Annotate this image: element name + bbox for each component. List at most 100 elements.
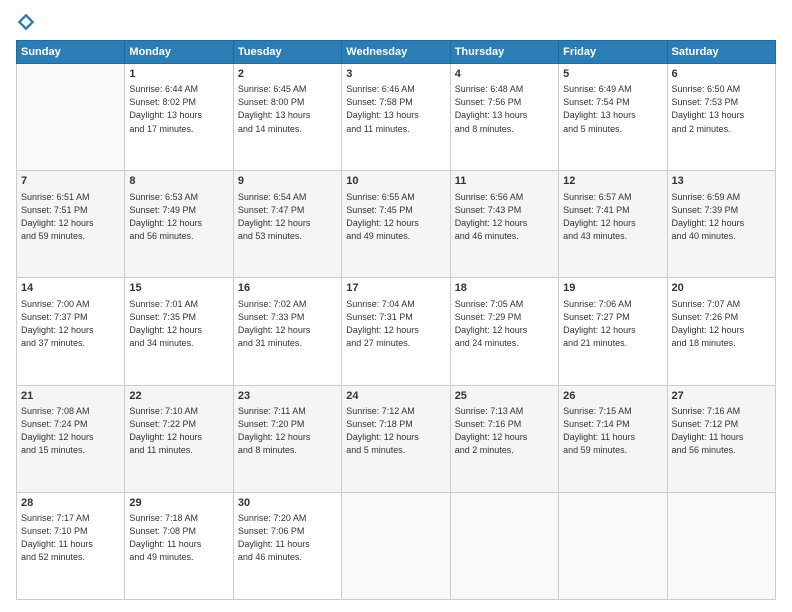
- calendar-cell: 20Sunrise: 7:07 AMSunset: 7:26 PMDayligh…: [667, 278, 775, 385]
- calendar-cell: [342, 492, 450, 599]
- calendar-cell: 4Sunrise: 6:48 AMSunset: 7:56 PMDaylight…: [450, 64, 558, 171]
- logo-icon: [16, 12, 36, 32]
- weekday-header: Monday: [125, 41, 233, 64]
- weekday-header: Saturday: [667, 41, 775, 64]
- calendar-cell: 19 Sunrise: 7:06 AMSunset: 7:27 PMDayligh…: [559, 278, 667, 385]
- day-info: Sunrise: 7:15 AMSunset: 7:14 PMDaylight:…: [563, 405, 662, 457]
- calendar-cell: 21Sunrise: 7:08 AMSunset: 7:24 PMDayligh…: [17, 385, 125, 492]
- day-info: Sunrise: 6:55 AMSunset: 7:45 PMDaylight:…: [346, 191, 445, 243]
- day-number: 1: [129, 67, 228, 82]
- day-info: Sunrise: 6:53 AMSunset: 7:49 PMDaylight:…: [129, 191, 228, 243]
- day-info: Sunrise: 6:49 AMSunset: 7:54 PMDaylight:…: [563, 83, 662, 135]
- calendar-cell: 17 Sunrise: 7:04 AMSunset: 7:31 PMDayligh…: [342, 278, 450, 385]
- day-info: Sunrise: 7:11 AMSunset: 7:20 PMDaylight:…: [238, 405, 337, 457]
- day-number: 21: [21, 389, 120, 404]
- calendar-cell: 27Sunrise: 7:16 AMSunset: 7:12 PMDayligh…: [667, 385, 775, 492]
- calendar-cell: 29Sunrise: 7:18 AMSunset: 7:08 PMDayligh…: [125, 492, 233, 599]
- day-number: 4: [455, 67, 554, 82]
- calendar-week-row: 28Sunrise: 7:17 AMSunset: 7:10 PMDayligh…: [17, 492, 776, 599]
- day-number: 23: [238, 389, 337, 404]
- calendar-cell: [17, 64, 125, 171]
- day-number: 15: [129, 281, 228, 296]
- calendar-cell: 8 Sunrise: 6:53 AMSunset: 7:49 PMDaylight…: [125, 171, 233, 278]
- day-number: 20: [672, 281, 771, 296]
- calendar-cell: 16 Sunrise: 7:02 AMSunset: 7:33 PMDayligh…: [233, 278, 341, 385]
- calendar-cell: [559, 492, 667, 599]
- calendar-cell: [450, 492, 558, 599]
- day-number: 27: [672, 389, 771, 404]
- day-info: Sunrise: 7:17 AMSunset: 7:10 PMDaylight:…: [21, 512, 120, 564]
- calendar-cell: 30Sunrise: 7:20 AMSunset: 7:06 PMDayligh…: [233, 492, 341, 599]
- calendar-header-row: SundayMondayTuesdayWednesdayThursdayFrid…: [17, 41, 776, 64]
- day-info: Sunrise: 7:00 AMSunset: 7:37 PMDaylight:…: [21, 298, 120, 350]
- day-number: 2: [238, 67, 337, 82]
- day-info: Sunrise: 6:48 AMSunset: 7:56 PMDaylight:…: [455, 83, 554, 135]
- day-info: Sunrise: 7:13 AMSunset: 7:16 PMDaylight:…: [455, 405, 554, 457]
- day-number: 24: [346, 389, 445, 404]
- calendar-cell: 13Sunrise: 6:59 AMSunset: 7:39 PMDayligh…: [667, 171, 775, 278]
- logo: [16, 12, 40, 32]
- day-number: 12: [563, 174, 662, 189]
- day-info: Sunrise: 6:45 AMSunset: 8:00 PMDaylight:…: [238, 83, 337, 135]
- day-number: 28: [21, 496, 120, 511]
- calendar-cell: 2Sunrise: 6:45 AMSunset: 8:00 PMDaylight…: [233, 64, 341, 171]
- day-info: Sunrise: 7:10 AMSunset: 7:22 PMDaylight:…: [129, 405, 228, 457]
- day-info: Sunrise: 6:50 AMSunset: 7:53 PMDaylight:…: [672, 83, 771, 135]
- day-number: 25: [455, 389, 554, 404]
- day-number: 14: [21, 281, 120, 296]
- weekday-header: Thursday: [450, 41, 558, 64]
- day-info: Sunrise: 6:46 AMSunset: 7:58 PMDaylight:…: [346, 83, 445, 135]
- day-info: Sunrise: 6:57 AMSunset: 7:41 PMDaylight:…: [563, 191, 662, 243]
- day-info: Sunrise: 7:04 AMSunset: 7:31 PMDaylight:…: [346, 298, 445, 350]
- calendar-cell: 14 Sunrise: 7:00 AMSunset: 7:37 PMDayligh…: [17, 278, 125, 385]
- day-info: Sunrise: 6:59 AMSunset: 7:39 PMDaylight:…: [672, 191, 771, 243]
- day-number: 22: [129, 389, 228, 404]
- calendar-cell: 9 Sunrise: 6:54 AMSunset: 7:47 PMDaylight…: [233, 171, 341, 278]
- day-info: Sunrise: 7:12 AMSunset: 7:18 PMDaylight:…: [346, 405, 445, 457]
- weekday-header: Friday: [559, 41, 667, 64]
- calendar-table: SundayMondayTuesdayWednesdayThursdayFrid…: [16, 40, 776, 600]
- day-number: 9: [238, 174, 337, 189]
- calendar-cell: 26Sunrise: 7:15 AMSunset: 7:14 PMDayligh…: [559, 385, 667, 492]
- day-number: 8: [129, 174, 228, 189]
- day-number: 16: [238, 281, 337, 296]
- calendar-cell: 7Sunrise: 6:51 AMSunset: 7:51 PMDaylight…: [17, 171, 125, 278]
- calendar-cell: 5Sunrise: 6:49 AMSunset: 7:54 PMDaylight…: [559, 64, 667, 171]
- calendar-cell: 28Sunrise: 7:17 AMSunset: 7:10 PMDayligh…: [17, 492, 125, 599]
- calendar-cell: 11Sunrise: 6:56 AMSunset: 7:43 PMDayligh…: [450, 171, 558, 278]
- calendar-cell: 1Sunrise: 6:44 AMSunset: 8:02 PMDaylight…: [125, 64, 233, 171]
- calendar-cell: 10Sunrise: 6:55 AMSunset: 7:45 PMDayligh…: [342, 171, 450, 278]
- day-info: Sunrise: 7:16 AMSunset: 7:12 PMDaylight:…: [672, 405, 771, 457]
- calendar-cell: 24Sunrise: 7:12 AMSunset: 7:18 PMDayligh…: [342, 385, 450, 492]
- calendar-cell: 18 Sunrise: 7:05 AMSunset: 7:29 PMDayligh…: [450, 278, 558, 385]
- weekday-header: Tuesday: [233, 41, 341, 64]
- day-info: Sunrise: 6:56 AMSunset: 7:43 PMDaylight:…: [455, 191, 554, 243]
- calendar-week-row: 21Sunrise: 7:08 AMSunset: 7:24 PMDayligh…: [17, 385, 776, 492]
- day-info: Sunrise: 7:06 AMSunset: 7:27 PMDaylight:…: [563, 298, 662, 350]
- calendar-cell: 12 Sunrise: 6:57 AMSunset: 7:41 PMDayligh…: [559, 171, 667, 278]
- day-number: 30: [238, 496, 337, 511]
- day-info: Sunrise: 7:08 AMSunset: 7:24 PMDaylight:…: [21, 405, 120, 457]
- day-number: 19: [563, 281, 662, 296]
- day-info: Sunrise: 7:18 AMSunset: 7:08 PMDaylight:…: [129, 512, 228, 564]
- day-info: Sunrise: 7:05 AMSunset: 7:29 PMDaylight:…: [455, 298, 554, 350]
- day-info: Sunrise: 6:44 AMSunset: 8:02 PMDaylight:…: [129, 83, 228, 135]
- calendar-cell: 23Sunrise: 7:11 AMSunset: 7:20 PMDayligh…: [233, 385, 341, 492]
- day-number: 7: [21, 174, 120, 189]
- day-info: Sunrise: 6:54 AMSunset: 7:47 PMDaylight:…: [238, 191, 337, 243]
- weekday-header: Sunday: [17, 41, 125, 64]
- calendar-week-row: 7Sunrise: 6:51 AMSunset: 7:51 PMDaylight…: [17, 171, 776, 278]
- calendar-cell: 15Sunrise: 7:01 AMSunset: 7:35 PMDayligh…: [125, 278, 233, 385]
- calendar-cell: 6Sunrise: 6:50 AMSunset: 7:53 PMDaylight…: [667, 64, 775, 171]
- day-number: 18: [455, 281, 554, 296]
- weekday-header: Wednesday: [342, 41, 450, 64]
- day-info: Sunrise: 7:20 AMSunset: 7:06 PMDaylight:…: [238, 512, 337, 564]
- day-info: Sunrise: 7:02 AMSunset: 7:33 PMDaylight:…: [238, 298, 337, 350]
- day-number: 17: [346, 281, 445, 296]
- day-number: 26: [563, 389, 662, 404]
- day-number: 5: [563, 67, 662, 82]
- calendar-week-row: 1Sunrise: 6:44 AMSunset: 8:02 PMDaylight…: [17, 64, 776, 171]
- day-number: 29: [129, 496, 228, 511]
- day-number: 3: [346, 67, 445, 82]
- calendar-cell: [667, 492, 775, 599]
